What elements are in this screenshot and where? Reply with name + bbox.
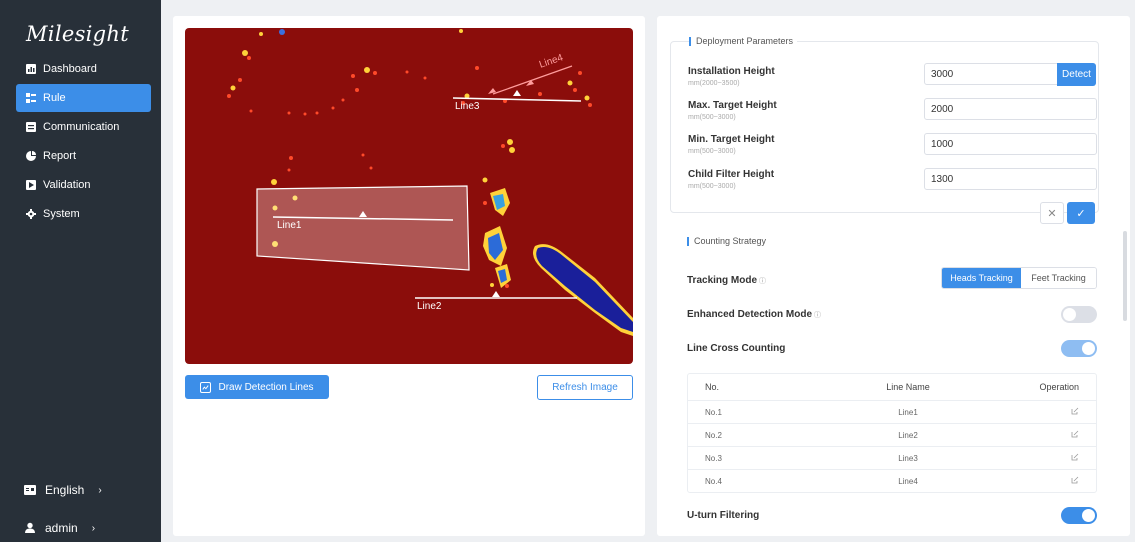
info-icon: ⓘ xyxy=(759,277,767,285)
table-row: No.1 Line1 xyxy=(688,400,1096,423)
table-row: No.4 Line4 xyxy=(688,469,1096,492)
u-turn-filtering-toggle[interactable] xyxy=(1061,507,1097,524)
scrollbar[interactable] xyxy=(1123,231,1127,321)
line3-label: Line3 xyxy=(455,101,480,112)
sidebar-item-label: System xyxy=(43,208,80,220)
row-no: No.3 xyxy=(705,453,722,463)
report-icon xyxy=(26,151,36,161)
tracking-mode-switch: Heads Tracking Feet Tracking xyxy=(941,267,1097,289)
user-menu[interactable]: admin › xyxy=(24,521,95,535)
draw-icon xyxy=(200,381,212,393)
edit-icon[interactable] xyxy=(1071,453,1079,461)
header-line-name: Line Name xyxy=(886,382,930,392)
chevron-right-icon: › xyxy=(91,522,96,534)
line-cross-counting-label: Line Cross Counting xyxy=(687,343,786,354)
validation-icon xyxy=(26,180,36,190)
hot-blobs xyxy=(483,188,511,288)
communication-icon xyxy=(26,122,36,132)
heads-tracking-option[interactable]: Heads Tracking xyxy=(942,268,1021,288)
max-target-height-range: mm(500~3000) xyxy=(688,114,736,121)
toggle-knob xyxy=(1082,509,1095,522)
sidebar-item-rule[interactable]: Rule xyxy=(16,84,151,112)
edit-icon[interactable] xyxy=(1071,430,1079,438)
min-target-height-input[interactable]: 1000 xyxy=(924,133,1097,155)
sidebar-item-label: Dashboard xyxy=(43,63,97,75)
cancel-button[interactable]: ✕ xyxy=(1040,202,1064,224)
dashboard-icon xyxy=(26,64,36,74)
row-line-name: Line3 xyxy=(898,453,918,463)
row-line-name: Line1 xyxy=(898,407,918,417)
sidebar-nav: Dashboard Rule Communication Report Vali… xyxy=(16,55,151,229)
logo: Milesight xyxy=(26,22,129,46)
deployment-parameters-title: Deployment Parameters xyxy=(689,36,798,46)
settings-panel: Deployment Parameters Installation Heigh… xyxy=(657,16,1130,536)
sidebar-item-validation[interactable]: Validation xyxy=(16,171,151,199)
max-target-height-input[interactable]: 2000 xyxy=(924,98,1097,120)
line2-label: Line2 xyxy=(417,301,442,312)
confirm-button[interactable]: ✓ xyxy=(1067,202,1095,224)
detection-line-4 xyxy=(492,65,573,95)
header-operation: Operation xyxy=(1039,382,1079,392)
detection-lines-table: No. Line Name Operation No.1 Line1 No.2 … xyxy=(687,373,1097,493)
sidebar-item-label: Rule xyxy=(43,92,66,104)
enhanced-detection-mode-label: Enhanced Detection Mode ⓘ xyxy=(687,309,822,320)
enhanced-detection-toggle[interactable] xyxy=(1061,306,1097,323)
toggle-knob xyxy=(1082,342,1095,355)
refresh-image-button[interactable]: Refresh Image xyxy=(537,375,633,400)
gear-icon xyxy=(26,209,36,219)
min-target-height-range: mm(500~3000) xyxy=(688,148,736,155)
user-icon xyxy=(24,522,36,534)
info-icon: ⓘ xyxy=(814,311,822,319)
close-icon: ✕ xyxy=(1047,207,1057,220)
counting-strategy-title: Counting Strategy xyxy=(687,236,766,246)
sidebar-item-report[interactable]: Report xyxy=(16,142,151,170)
sidebar-item-label: Report xyxy=(43,150,77,162)
installation-height-range: mm(2000~3500) xyxy=(688,80,740,87)
child-filter-height-label: Child Filter Height xyxy=(688,169,775,180)
user-name: admin xyxy=(45,521,78,535)
row-line-name: Line2 xyxy=(898,430,918,440)
draw-detection-lines-button[interactable]: Draw Detection Lines xyxy=(185,375,329,399)
table-row: No.3 Line3 xyxy=(688,446,1096,469)
line1-label: Line1 xyxy=(277,220,302,231)
chevron-right-icon: › xyxy=(98,484,102,496)
table-row: No.2 Line2 xyxy=(688,423,1096,446)
min-target-height-label: Min. Target Height xyxy=(688,134,775,145)
sidebar-item-system[interactable]: System xyxy=(16,200,151,228)
toggle-knob xyxy=(1063,308,1076,321)
installation-height-input[interactable]: 3000 xyxy=(924,63,1058,85)
draw-detection-lines-label: Draw Detection Lines xyxy=(218,381,314,393)
max-target-height-label: Max. Target Height xyxy=(688,100,777,111)
heatmap-image[interactable]: Line1 Line2 Line3 Line4 xyxy=(185,28,633,364)
row-line-name: Line4 xyxy=(898,476,918,486)
edit-icon[interactable] xyxy=(1071,476,1079,484)
language-label: English xyxy=(45,483,85,497)
sidebar-item-label: Validation xyxy=(43,179,91,191)
sidebar-item-label: Communication xyxy=(43,121,120,133)
rule-icon xyxy=(26,93,36,103)
sidebar-item-dashboard[interactable]: Dashboard xyxy=(16,55,151,83)
row-no: No.4 xyxy=(705,476,722,486)
line-cross-counting-toggle[interactable] xyxy=(1061,340,1097,357)
row-no: No.1 xyxy=(705,407,722,417)
installation-height-label: Installation Height xyxy=(688,66,775,77)
row-no: No.2 xyxy=(705,430,722,440)
language-icon xyxy=(24,484,36,496)
check-icon: ✓ xyxy=(1076,207,1086,220)
language-selector[interactable]: English › xyxy=(24,483,102,497)
heatmap-graphic xyxy=(227,29,633,336)
image-panel: Line1 Line2 Line3 Line4 Draw Detection L… xyxy=(173,16,645,536)
child-filter-height-input[interactable]: 1300 xyxy=(924,168,1097,190)
detect-button[interactable]: Detect xyxy=(1057,63,1096,86)
sidebar-item-communication[interactable]: Communication xyxy=(16,113,151,141)
tracking-mode-label: Tracking Mode ⓘ xyxy=(687,275,767,286)
table-header: No. Line Name Operation xyxy=(688,374,1096,400)
edit-icon[interactable] xyxy=(1071,407,1079,415)
header-no: No. xyxy=(705,382,720,392)
feet-tracking-option[interactable]: Feet Tracking xyxy=(1020,268,1096,288)
child-filter-height-range: mm(500~3000) xyxy=(688,183,736,190)
sidebar: Milesight Dashboard Rule Communication R… xyxy=(0,0,161,542)
u-turn-filtering-label: U-turn Filtering xyxy=(687,510,760,521)
